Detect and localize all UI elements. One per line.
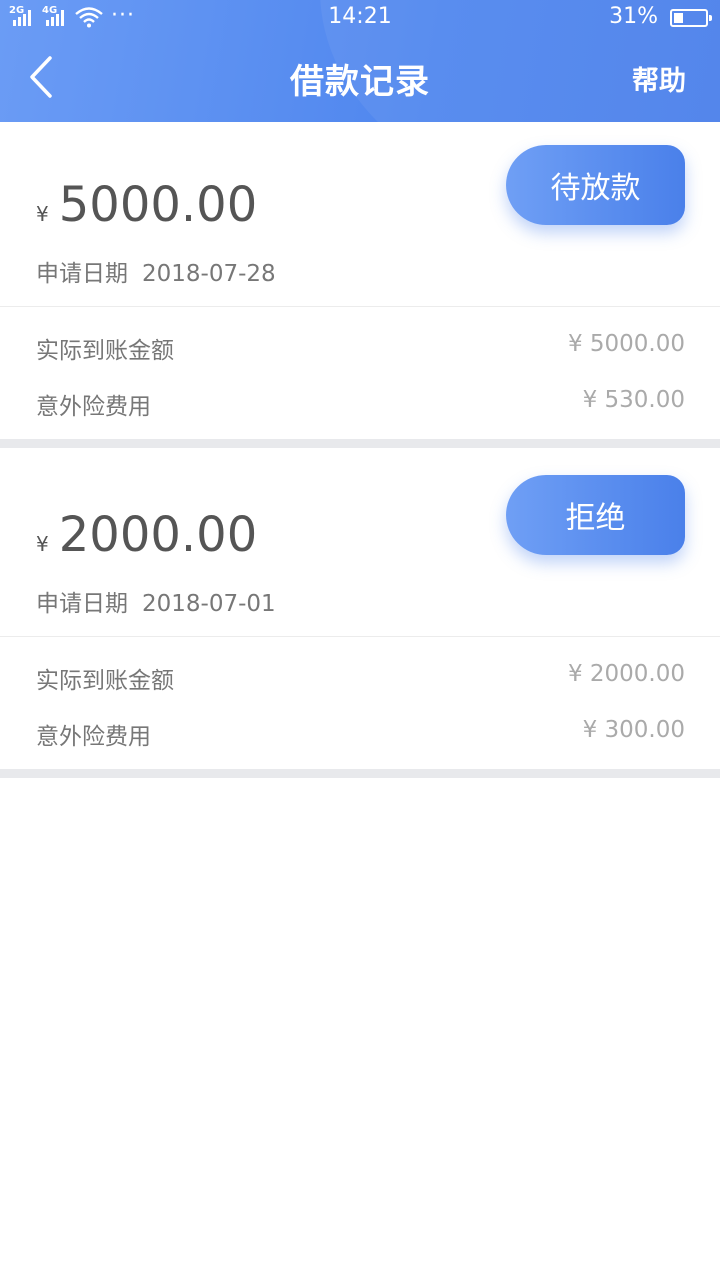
- received-amount-value: ¥ 2000.00: [567, 661, 685, 687]
- battery-icon: [670, 9, 712, 27]
- insurance-fee-row: 意外险费用 ¥ 530.00: [36, 387, 685, 421]
- received-amount-row: 实际到账金额 ¥ 2000.00: [36, 661, 685, 695]
- status-bar: 2G 4G ··· 14:21 31%: [0, 0, 720, 38]
- status-button[interactable]: 拒绝: [506, 475, 685, 555]
- insurance-fee-value: ¥ 300.00: [582, 717, 685, 743]
- apply-date-label: 申请日期: [36, 261, 128, 287]
- apply-date: 申请日期 2018-07-01: [36, 584, 276, 618]
- apply-date-value: 2018-07-28: [142, 261, 276, 287]
- insurance-fee-value: ¥ 530.00: [582, 387, 685, 413]
- received-amount-row: 实际到账金额 ¥ 5000.00: [36, 331, 685, 365]
- insurance-fee-row: 意外险费用 ¥ 300.00: [36, 717, 685, 751]
- amount-value: 2000.00: [58, 507, 258, 563]
- insurance-fee-label: 意外险费用: [36, 394, 151, 420]
- section-separator: [0, 439, 720, 448]
- apply-date: 申请日期 2018-07-28: [36, 254, 276, 288]
- apply-date-label: 申请日期: [36, 591, 128, 617]
- loan-amount: ¥ 2000.00: [36, 507, 257, 563]
- page-title: 借款记录: [290, 62, 430, 102]
- currency-symbol: ¥: [36, 202, 49, 226]
- loan-amount: ¥ 5000.00: [36, 177, 257, 233]
- section-separator: [0, 769, 720, 778]
- battery-percent: 31%: [609, 4, 658, 29]
- received-amount-value: ¥ 5000.00: [567, 331, 685, 357]
- insurance-fee-label: 意外险费用: [36, 724, 151, 750]
- loan-record-card[interactable]: ¥ 2000.00 申请日期 2018-07-01 拒绝 实际到账金额 ¥ 200…: [0, 452, 720, 769]
- loan-record-card[interactable]: ¥ 5000.00 申请日期 2018-07-28 待放款 实际到账金额 ¥ 50…: [0, 122, 720, 439]
- status-button[interactable]: 待放款: [506, 145, 685, 225]
- battery-level: [674, 13, 683, 23]
- help-button[interactable]: 帮助: [632, 59, 686, 98]
- amount-value: 5000.00: [58, 177, 258, 233]
- received-amount-label: 实际到账金额: [36, 338, 174, 364]
- apply-date-value: 2018-07-01: [142, 591, 276, 617]
- currency-symbol: ¥: [36, 532, 49, 556]
- received-amount-label: 实际到账金额: [36, 668, 174, 694]
